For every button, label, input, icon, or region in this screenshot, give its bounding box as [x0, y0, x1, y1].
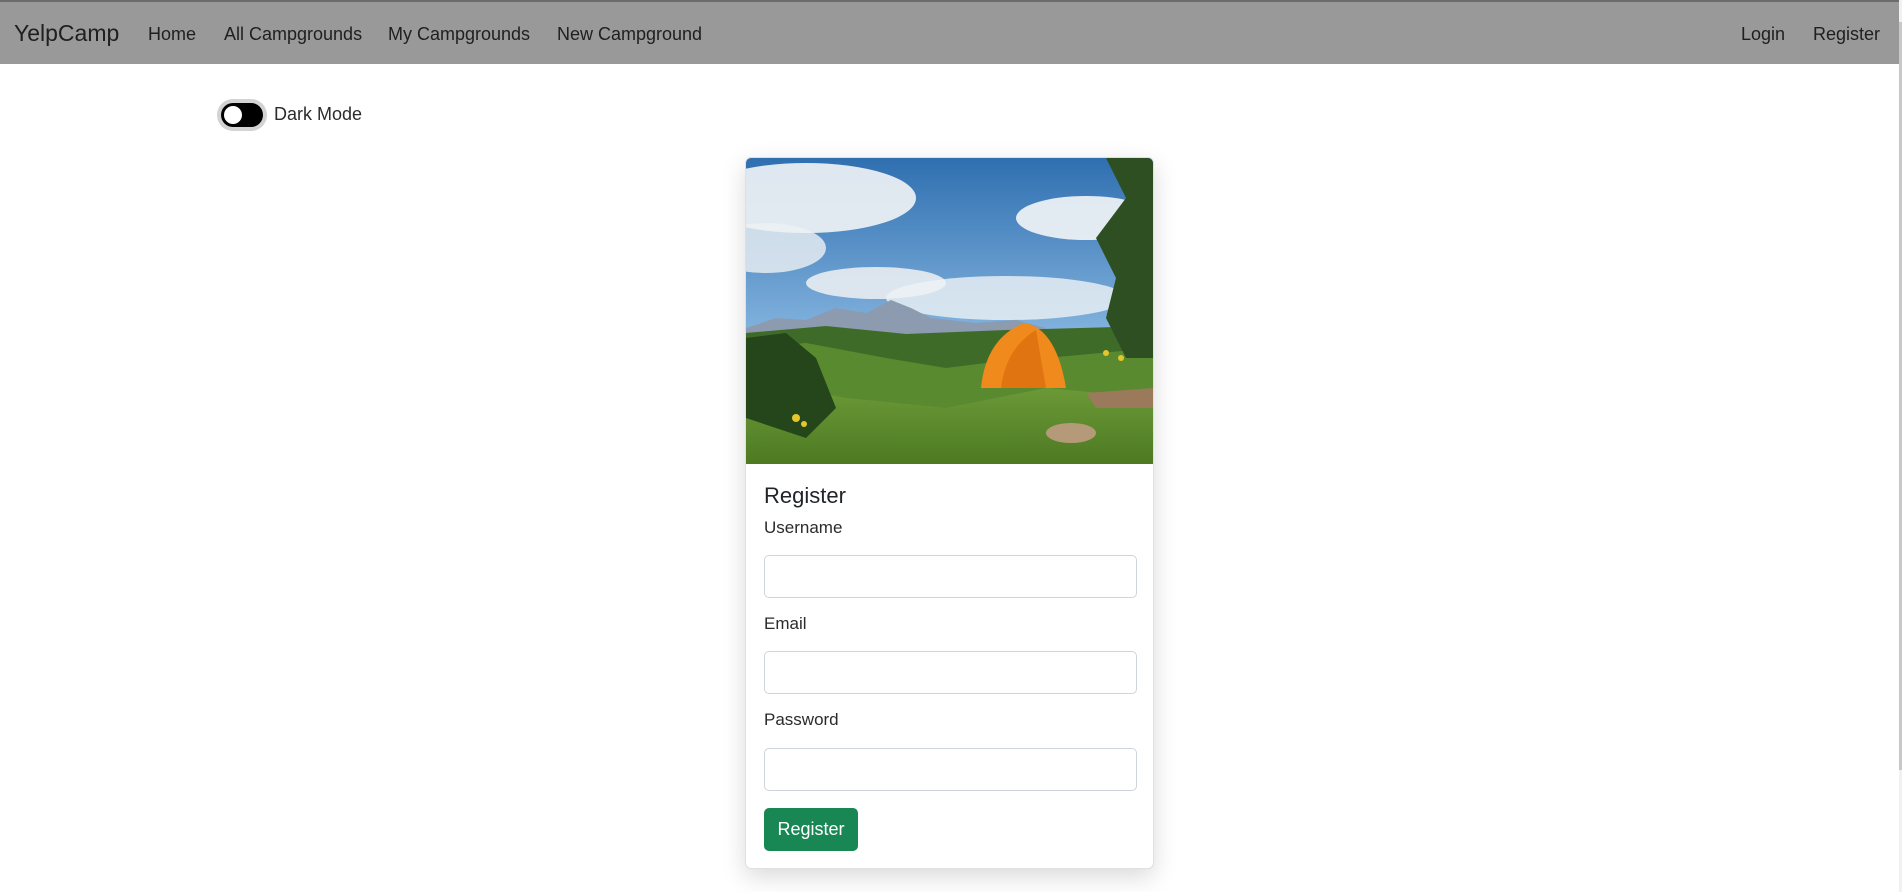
dark-mode-label: Dark Mode	[274, 104, 363, 124]
register-heading: Register	[764, 483, 846, 508]
navbar: YelpCamp Home All Campgrounds My Campgro…	[0, 0, 1899, 64]
email-input[interactable]	[764, 651, 1137, 694]
username-label: Username	[764, 518, 843, 537]
toggle-knob	[224, 106, 242, 124]
nav-link-login[interactable]: Login	[1741, 24, 1785, 45]
nav-link-new-campground[interactable]: New Campground	[557, 24, 702, 45]
register-submit-button[interactable]: Register	[764, 808, 858, 851]
nav-link-home[interactable]: Home	[148, 24, 196, 45]
username-input[interactable]	[764, 555, 1137, 598]
email-label: Email	[764, 614, 807, 633]
toggle-track	[221, 103, 263, 127]
dark-mode-toggle[interactable]	[217, 99, 267, 131]
register-card: Register Username Email Password Registe…	[745, 157, 1154, 869]
nav-link-register[interactable]: Register	[1813, 24, 1880, 45]
nav-link-my-campgrounds[interactable]: My Campgrounds	[388, 24, 530, 45]
brand-logo[interactable]: YelpCamp	[14, 20, 119, 47]
campground-image	[746, 158, 1153, 464]
nav-link-all-campgrounds[interactable]: All Campgrounds	[224, 24, 362, 45]
password-label: Password	[764, 710, 839, 729]
password-input[interactable]	[764, 748, 1137, 791]
